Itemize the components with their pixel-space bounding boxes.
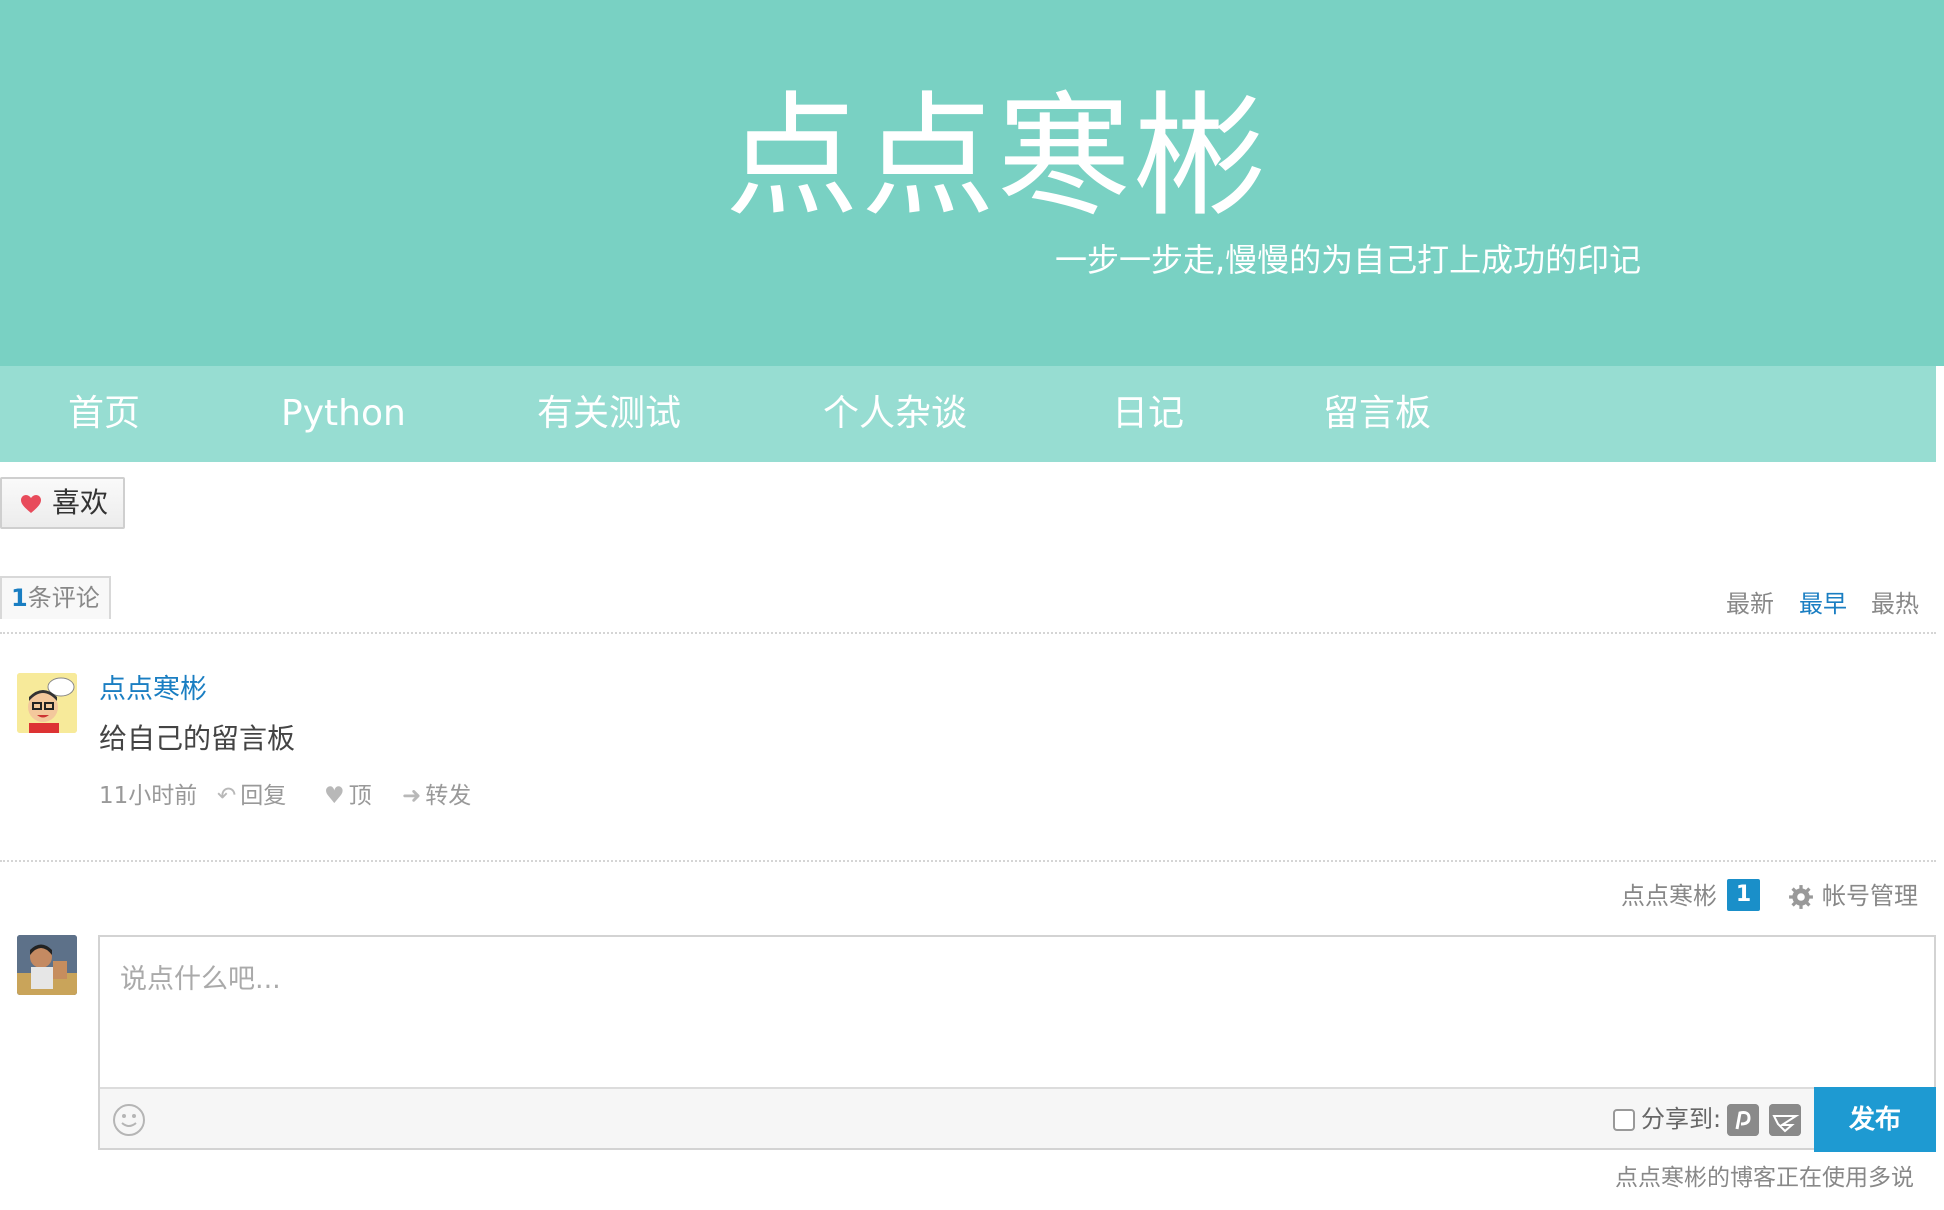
photo-avatar-icon [17,935,77,995]
comment-count-suffix: 条评论 [27,584,100,612]
composer-toolbar: 分享到: 发布 [100,1087,1936,1152]
nav-item-home[interactable]: 首页 [68,366,140,462]
comments-divider-top [0,632,1936,634]
reply-icon: ↶ [217,783,237,809]
site-title: 点点寒彬 [725,79,1270,235]
current-user-name[interactable]: 点点寒彬 [1621,880,1717,912]
comment-count-tab: 1条评论 [0,576,111,619]
share-label: 分享到: [1641,1105,1722,1133]
account-settings-link[interactable]: 帐号管理 [1822,880,1918,912]
comment-composer: 分享到: 发布 [98,935,1936,1152]
comment-input[interactable] [100,937,1934,1087]
share-checkbox[interactable] [1613,1109,1635,1131]
sort-hottest[interactable]: 最热 [1871,588,1919,620]
comment-text: 给自己的留言板 [99,722,296,755]
diandian-icon[interactable] [1727,1104,1759,1136]
nav-item-python[interactable]: Python [281,366,406,462]
site-header: 点点寒彬 一步一步走,慢慢的为自己打上成功的印记 [0,0,1944,366]
powered-by-text: 点点寒彬的博客正在使用多说 [1615,1165,1914,1191]
notification-badge[interactable]: 1 [1727,879,1760,911]
like-button[interactable]: 喜欢 [0,477,125,529]
publish-button[interactable]: 发布 [1814,1087,1936,1152]
comment-time: 11小时前 [99,783,198,809]
heart-icon [21,495,41,513]
like-label: 喜欢 [52,486,109,519]
forward-button[interactable]: ➜ 转发 [402,780,471,812]
heart-outline-icon: ♥ [324,783,345,809]
forward-icon: ➜ [402,783,422,809]
current-user-avatar[interactable] [17,935,77,995]
gear-icon[interactable] [1788,884,1814,910]
upvote-button[interactable]: ♥ 顶 [324,780,372,812]
main-nav: 首页 Python 有关测试 个人杂谈 日记 留言板 [0,366,1936,462]
comment-author-avatar[interactable] [17,673,77,733]
reply-button[interactable]: ↶ 回复 [217,780,286,812]
smiley-icon[interactable] [112,1103,146,1137]
sort-newest[interactable]: 最新 [1726,588,1774,620]
comment-count: 1 [11,584,28,612]
nav-item-diary[interactable]: 日记 [1112,366,1184,462]
site-subtitle: 一步一步走,慢慢的为自己打上成功的印记 [1055,241,1642,279]
cartoon-avatar-icon [17,673,77,733]
reply-label: 回复 [240,783,287,809]
nav-item-guestbook[interactable]: 留言板 [1323,366,1431,462]
nav-item-testing[interactable]: 有关测试 [537,366,681,462]
upvote-label: 顶 [348,783,372,809]
qzone-icon[interactable] [1769,1104,1801,1136]
nav-item-personal[interactable]: 个人杂谈 [823,366,967,462]
forward-label: 转发 [425,783,472,809]
comment-author[interactable]: 点点寒彬 [99,672,207,708]
comments-divider-bottom [0,860,1936,862]
sort-oldest[interactable]: 最早 [1799,588,1847,620]
